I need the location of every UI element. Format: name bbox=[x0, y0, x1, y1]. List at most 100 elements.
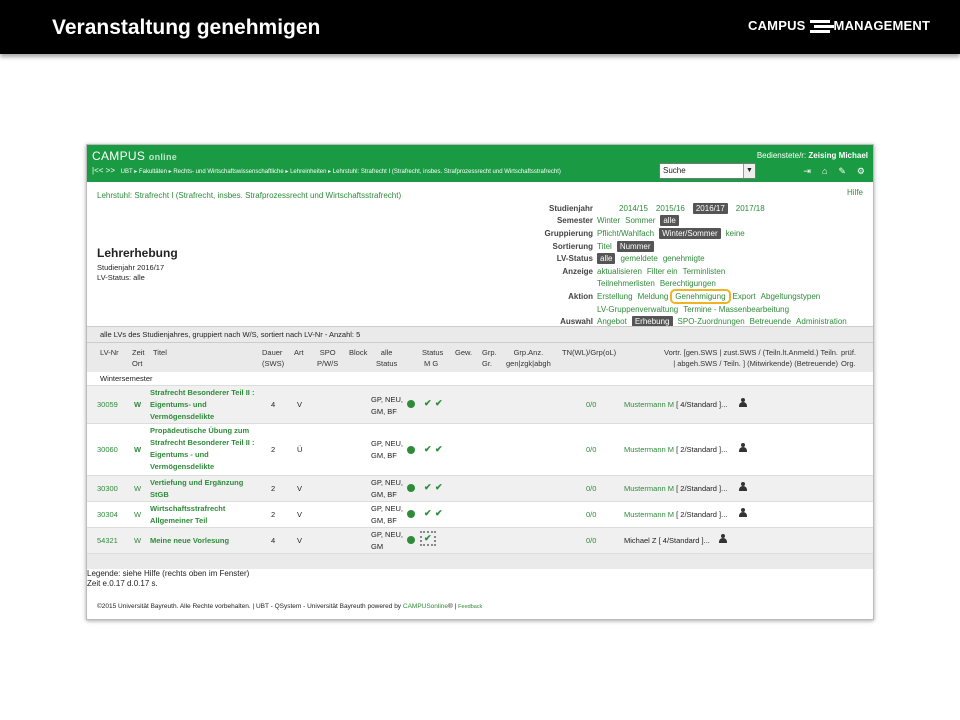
check-icon: ✔ bbox=[424, 482, 432, 492]
option-teilnehmerlisten[interactable]: Teilnehmerlisten bbox=[597, 279, 655, 288]
option-terminlisten[interactable]: Terminlisten bbox=[683, 267, 726, 276]
vortr-name[interactable]: Mustermann M bbox=[624, 445, 674, 454]
campusonline-link[interactable]: CAMPUSonline bbox=[403, 603, 448, 610]
option-2015-16[interactable]: 2015/16 bbox=[656, 204, 685, 213]
option-berechtigungen[interactable]: Berechtigungen bbox=[660, 279, 716, 288]
person-icon[interactable] bbox=[739, 508, 748, 519]
option-betreuende[interactable]: Betreuende bbox=[750, 317, 791, 326]
breadcrumb-item[interactable]: Fakultäten bbox=[139, 169, 167, 175]
lv-title[interactable]: Propädeutische Übung zum Strafrecht Beson… bbox=[150, 425, 254, 473]
settings-icon[interactable]: ⚙ bbox=[857, 166, 865, 177]
lv-dauer: 2 bbox=[271, 445, 276, 454]
option-spo-zuordnungen[interactable]: SPO-Zuordnungen bbox=[678, 317, 745, 326]
app-header: CAMPUS online Bedienstete/r: Zeising Mic… bbox=[87, 145, 873, 182]
lv-vortragende[interactable]: Mustermann M [ 2/Standard ]... bbox=[624, 484, 727, 493]
lv-zeit: W bbox=[134, 445, 142, 454]
option-keine[interactable]: keine bbox=[726, 229, 745, 238]
option-genehmigung[interactable]: Genehmigung bbox=[670, 288, 731, 304]
option-2014-15[interactable]: 2014/15 bbox=[619, 204, 648, 213]
option-termine-massenbearbeitung[interactable]: Termine - Massenbearbeitung bbox=[683, 305, 789, 314]
chevron-down-icon[interactable]: ▼ bbox=[743, 164, 755, 178]
option-export[interactable]: Export bbox=[733, 292, 756, 301]
option-erstellung[interactable]: Erstellung bbox=[597, 292, 633, 301]
lv-tn[interactable]: 0/0 bbox=[586, 484, 596, 493]
option-abgeltungstypen[interactable]: Abgeltungstypen bbox=[761, 292, 821, 301]
option-semester-alle[interactable]: alle bbox=[660, 215, 679, 227]
option-meldung[interactable]: Meldung bbox=[638, 292, 669, 301]
feedback-link[interactable]: Feedback bbox=[458, 604, 482, 610]
option-status-alle[interactable]: alle bbox=[597, 253, 616, 265]
lv-tn[interactable]: 0/0 bbox=[586, 445, 596, 454]
logout-icon[interactable]: ⇥ bbox=[803, 166, 811, 177]
lv-number[interactable]: 30304 bbox=[97, 510, 118, 519]
vortr-name[interactable]: Mustermann M bbox=[624, 484, 674, 493]
option-aktualisieren[interactable]: aktualisieren bbox=[597, 267, 642, 276]
option-sommer[interactable]: Sommer bbox=[625, 216, 655, 225]
lv-vortragende[interactable]: Mustermann M [ 2/Standard ]... bbox=[624, 510, 727, 519]
lv-vortragende[interactable]: Michael Z [ 4/Standard ]... bbox=[624, 536, 710, 545]
vortr-name[interactable]: Mustermann M bbox=[624, 400, 674, 409]
option-administration[interactable]: Administration bbox=[796, 317, 847, 326]
anzeige-label: Anzeige bbox=[562, 266, 593, 276]
lv-art: V bbox=[297, 536, 303, 545]
campusonline-logo[interactable]: CAMPUS online bbox=[92, 149, 177, 163]
table-header: LV-Nr Zeit Ort Titel Dauer (SWS) Art SPO P/… bbox=[87, 342, 873, 372]
lv-vortragende[interactable]: Mustermann M [ 4/Standard ]... bbox=[624, 400, 727, 409]
breadcrumb-item[interactable]: Rechts- und Wirtschaftswissenschaftliche bbox=[173, 169, 283, 175]
breadcrumb-item[interactable]: Lehreinheiten bbox=[290, 169, 326, 175]
lv-title[interactable]: Wirtschaftsstrafrecht Allgemeiner Teil bbox=[150, 503, 225, 527]
person-icon[interactable] bbox=[739, 398, 748, 409]
option-winter[interactable]: Winter bbox=[597, 216, 620, 225]
lv-zeit: W bbox=[134, 510, 142, 519]
campusonline-window: CAMPUS online Bedienstete/r: Zeising Mic… bbox=[86, 144, 874, 620]
lv-number[interactable]: 54321 bbox=[97, 536, 118, 545]
breadcrumb-item[interactable]: Lehrstuhl: Strafrecht I (Strafrecht, ins… bbox=[333, 169, 561, 175]
header-icons: ⇥ ⌂ ✎ ⚙ bbox=[803, 166, 865, 177]
table-row: 30304 W Wirtschaftsstrafrecht Allgemeiner… bbox=[87, 501, 873, 527]
col-ort-label: Ort bbox=[132, 359, 143, 368]
lv-title-line: StGB bbox=[150, 490, 169, 499]
logo-mark-icon bbox=[809, 19, 834, 33]
lv-title[interactable]: Vertiefung und Ergänzung StGB bbox=[150, 477, 243, 501]
lehrstuhl-link[interactable]: Lehrstuhl: Strafrecht I (Strafrecht, ins… bbox=[97, 191, 401, 200]
option-2017-18[interactable]: 2017/18 bbox=[736, 204, 765, 213]
lv-tn[interactable]: 0/0 bbox=[586, 400, 596, 409]
nav-arrows-icon[interactable]: |<< >> bbox=[92, 166, 115, 175]
approve-checkbox[interactable]: ✔ bbox=[420, 531, 436, 546]
legend: Legende: siehe Hilfe (rechts oben im Fen… bbox=[87, 569, 249, 589]
edit-icon[interactable]: ✎ bbox=[838, 166, 846, 177]
lv-title[interactable]: Strafrecht Besonderer Teil II : Eigentums… bbox=[150, 387, 254, 423]
breadcrumb-item[interactable]: UBT bbox=[121, 169, 133, 175]
search-select[interactable]: Suche ▼ bbox=[659, 163, 756, 179]
col-dauer-label: Dauer bbox=[262, 348, 283, 357]
option-filter-ein[interactable]: Filter ein bbox=[647, 267, 678, 276]
logo-online: online bbox=[148, 152, 178, 162]
lv-number[interactable]: 30059 bbox=[97, 400, 118, 409]
lv-tn[interactable]: 0/0 bbox=[586, 510, 596, 519]
lv-tn[interactable]: 0/0 bbox=[586, 536, 596, 545]
option-pflicht-wahlfach[interactable]: Pflicht/Wahlfach bbox=[597, 229, 654, 238]
home-icon[interactable]: ⌂ bbox=[822, 166, 827, 177]
lv-title-line: Eigentums - und bbox=[150, 450, 209, 459]
lv-vortragende[interactable]: Mustermann M [ 2/Standard ]... bbox=[624, 445, 727, 454]
option-titel[interactable]: Titel bbox=[597, 242, 612, 251]
vortr-name[interactable]: Mustermann M bbox=[624, 510, 674, 519]
option-nummer[interactable]: Nummer bbox=[616, 240, 654, 252]
lv-art: V bbox=[297, 484, 303, 493]
option-2016-17[interactable]: 2016/17 bbox=[692, 202, 728, 214]
option-genehmigte[interactable]: genehmigte bbox=[663, 254, 705, 263]
option-angebot[interactable]: Angebot bbox=[597, 317, 627, 326]
person-icon[interactable] bbox=[739, 443, 748, 454]
person-icon[interactable] bbox=[739, 482, 748, 493]
lv-zeit: W bbox=[134, 400, 142, 409]
lv-title[interactable]: Meine neue Vorlesung bbox=[150, 535, 229, 547]
option-lv-gruppenverwaltung[interactable]: LV-Gruppenverwaltung bbox=[597, 305, 678, 314]
slide-title: Veranstaltung genehmigen bbox=[52, 16, 321, 39]
option-winter-sommer[interactable]: Winter/Sommer bbox=[659, 227, 721, 239]
help-link[interactable]: Hilfe bbox=[847, 188, 863, 197]
person-icon[interactable] bbox=[719, 534, 728, 545]
lv-zeit: W bbox=[134, 536, 142, 545]
lv-number[interactable]: 30300 bbox=[97, 484, 118, 493]
lv-number[interactable]: 30060 bbox=[97, 445, 118, 454]
option-gemeldete[interactable]: gemeldete bbox=[620, 254, 657, 263]
